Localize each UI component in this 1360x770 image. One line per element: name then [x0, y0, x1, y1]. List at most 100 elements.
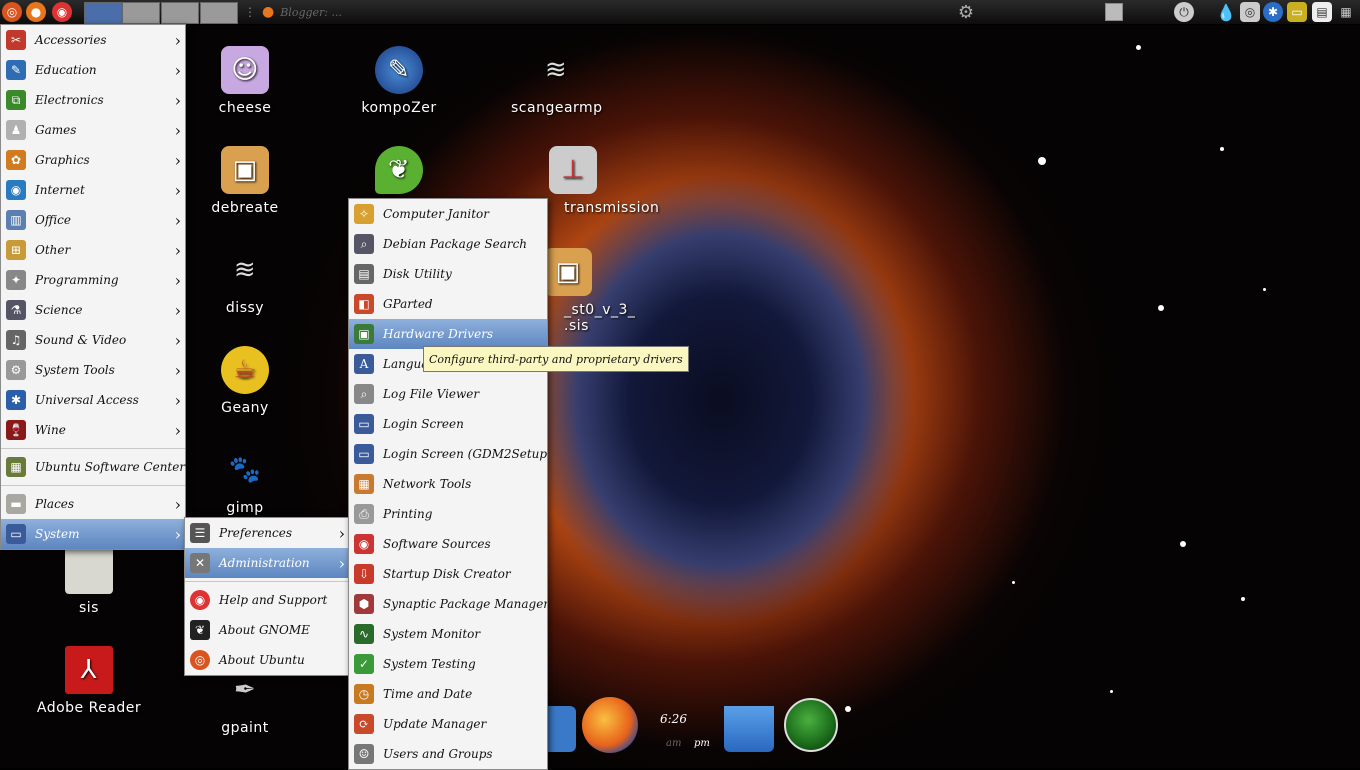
- menu-item-label: Printing: [383, 507, 433, 521]
- stop-icon[interactable]: [1104, 2, 1124, 22]
- menu-item-science[interactable]: ⚗ Science ›: [1, 295, 185, 325]
- star: [1180, 541, 1186, 547]
- menu-item-startup-disk-creator[interactable]: ⇩ Startup Disk Creator: [349, 559, 547, 589]
- firefox-icon[interactable]: [582, 697, 638, 753]
- trash-icon[interactable]: [724, 706, 774, 752]
- accessories-icon: ✂: [6, 30, 26, 50]
- workspace-4[interactable]: [200, 2, 238, 24]
- menu-item-ubuntu-software-center[interactable]: ▦ Ubuntu Software Center: [1, 452, 185, 482]
- menu-item-label: Sound & Video: [35, 333, 127, 347]
- menu-item-synaptic-package-manager[interactable]: ⬢ Synaptic Package Manager: [349, 589, 547, 619]
- desktop-icon-dissy[interactable]: ≋ dissy: [200, 246, 290, 316]
- computer-icon: ▭: [6, 524, 26, 544]
- menu-item-programming[interactable]: ✦ Programming ›: [1, 265, 185, 295]
- menu-separator: [1, 448, 185, 449]
- menu-item-label: Internet: [35, 183, 85, 197]
- desktop-icon-adobe-reader[interactable]: ⅄ Adobe Reader: [30, 646, 148, 716]
- star: [1012, 581, 1015, 584]
- menu-item-update-manager[interactable]: ⟳ Update Manager: [349, 709, 547, 739]
- software-center-icon: ▦: [6, 457, 26, 477]
- workspace-2[interactable]: [122, 2, 160, 24]
- accessibility-icon[interactable]: ✱: [1263, 2, 1283, 22]
- taskbar-window-title: Blogger: ...: [280, 5, 342, 19]
- firefox-icon[interactable]: ●: [26, 2, 46, 22]
- drag-handle-icon: ⋮: [244, 5, 256, 19]
- chevron-right-icon: ›: [174, 525, 181, 544]
- workspace-3[interactable]: [161, 2, 199, 24]
- menu-item-label: Log File Viewer: [383, 387, 480, 401]
- menu-item-disk-utility[interactable]: ▤ Disk Utility: [349, 259, 547, 289]
- menu-item-system[interactable]: ▭ System ›: [1, 519, 185, 549]
- menu-item-wine[interactable]: 🍷 Wine ›: [1, 415, 185, 445]
- system-settings-icon[interactable]: ⚙: [956, 2, 976, 23]
- workspace-1[interactable]: [84, 2, 122, 24]
- menu-item-electronics[interactable]: ⧉ Electronics ›: [1, 85, 185, 115]
- menu-item-software-sources[interactable]: ◉ Software Sources: [349, 529, 547, 559]
- chevron-right-icon: ›: [174, 151, 181, 170]
- menu-item-login-screen-gdm2setup[interactable]: ▭ Login Screen (GDM2Setup): [349, 439, 547, 469]
- menu-item-debian-package-search[interactable]: ⌕ Debian Package Search: [349, 229, 547, 259]
- star: [1241, 597, 1245, 601]
- menu-item-games[interactable]: ♟ Games ›: [1, 115, 185, 145]
- menu-item-sound-video[interactable]: ♫ Sound & Video ›: [1, 325, 185, 355]
- package-icon: ▣: [544, 248, 592, 296]
- package-icon: ▣: [221, 146, 269, 194]
- help-lifebuoy-icon[interactable]: ◉: [52, 2, 72, 22]
- desktop-icon-cheese[interactable]: ☺ cheese: [200, 46, 290, 116]
- menu-item-system-tools[interactable]: ⚙ System Tools ›: [1, 355, 185, 385]
- desktop-icon-gpaint[interactable]: ✒ gpaint: [200, 666, 290, 736]
- power-icon[interactable]: ⏻: [1174, 2, 1194, 22]
- globe-icon[interactable]: [784, 698, 838, 752]
- menu-item-log-file-viewer[interactable]: ⌕ Log File Viewer: [349, 379, 547, 409]
- education-icon: ✎: [6, 60, 26, 80]
- menu-item-gparted[interactable]: ◧ GParted: [349, 289, 547, 319]
- ubuntu-logo-icon[interactable]: ◎: [2, 2, 22, 22]
- menu-item-graphics[interactable]: ✿ Graphics ›: [1, 145, 185, 175]
- cheese-icon: ☺: [221, 46, 269, 94]
- menu-item-internet[interactable]: ◉ Internet ›: [1, 175, 185, 205]
- display-icon[interactable]: ▤: [1312, 2, 1332, 22]
- clock-time[interactable]: 6:26: [660, 712, 687, 726]
- desktop-icon-debreate[interactable]: ▣ debreate: [200, 146, 290, 216]
- desktop-icon-gimp[interactable]: 🐾 gimp: [200, 446, 290, 516]
- taskbar-window-button[interactable]: ● Blogger: ...: [262, 2, 442, 22]
- menu-item-system-monitor[interactable]: ∿ System Monitor: [349, 619, 547, 649]
- menu-item-users-and-groups[interactable]: ☺ Users and Groups: [349, 739, 547, 769]
- menu-item-login-screen[interactable]: ▭ Login Screen: [349, 409, 547, 439]
- menu-item-education[interactable]: ✎ Education ›: [1, 55, 185, 85]
- menu-item-hardware-drivers[interactable]: ▣ Hardware Drivers: [349, 319, 547, 349]
- menu-item-help-and-support[interactable]: ◉ Help and Support: [185, 585, 349, 615]
- menu-item-preferences[interactable]: ☰ Preferences ›: [185, 518, 349, 548]
- desktop-icon-kompozer[interactable]: ✎ kompoZer: [354, 46, 444, 116]
- menu-item-administration[interactable]: ✕ Administration ›: [185, 548, 349, 578]
- clock-icon: ◷: [354, 684, 374, 704]
- menu-item-universal-access[interactable]: ✱ Universal Access ›: [1, 385, 185, 415]
- menu-item-about-gnome[interactable]: ❦ About GNOME: [185, 615, 349, 645]
- menu-item-other[interactable]: ⊞ Other ›: [1, 235, 185, 265]
- desktop-icon-sis[interactable]: sis: [44, 546, 134, 616]
- menu-item-label: About GNOME: [219, 623, 310, 637]
- desktop-icon-green-leaf[interactable]: ❦: [354, 146, 444, 200]
- menu-item-label: Science: [35, 303, 83, 317]
- window-list-icon[interactable]: ▦: [1336, 2, 1356, 22]
- electronics-icon: ⧉: [6, 90, 26, 110]
- monitor-icon[interactable]: ▭: [1287, 2, 1307, 22]
- desktop-icon-scangearmp[interactable]: ≋ scangearmp: [511, 46, 602, 116]
- menu-item-office[interactable]: ▥ Office ›: [1, 205, 185, 235]
- menu-item-time-and-date[interactable]: ◷ Time and Date: [349, 679, 547, 709]
- menu-item-system-testing[interactable]: ✓ System Testing: [349, 649, 547, 679]
- speaker-icon[interactable]: ◎: [1240, 2, 1260, 22]
- menu-item-computer-janitor[interactable]: ✧ Computer Janitor: [349, 199, 547, 229]
- menu-item-label: Computer Janitor: [383, 207, 489, 221]
- menu-item-printing[interactable]: ⎙ Printing: [349, 499, 547, 529]
- menu-item-places[interactable]: ▬ Places ›: [1, 489, 185, 519]
- applications-menu: ✂ Accessories › ✎ Education › ⧉ Electronics › ♟ Ga…: [0, 24, 186, 550]
- desktop-icon-label: kompoZer: [361, 100, 437, 116]
- desktop-icon-geany[interactable]: ☕ Geany: [200, 346, 290, 416]
- menu-item-network-tools[interactable]: ▦ Network Tools: [349, 469, 547, 499]
- chevron-right-icon: ›: [338, 524, 345, 543]
- menu-item-about-ubuntu[interactable]: ◎ About Ubuntu: [185, 645, 349, 675]
- drop-icon[interactable]: 💧: [1216, 2, 1236, 22]
- clock-pm: pm: [694, 738, 710, 749]
- menu-item-accessories[interactable]: ✂ Accessories ›: [1, 25, 185, 55]
